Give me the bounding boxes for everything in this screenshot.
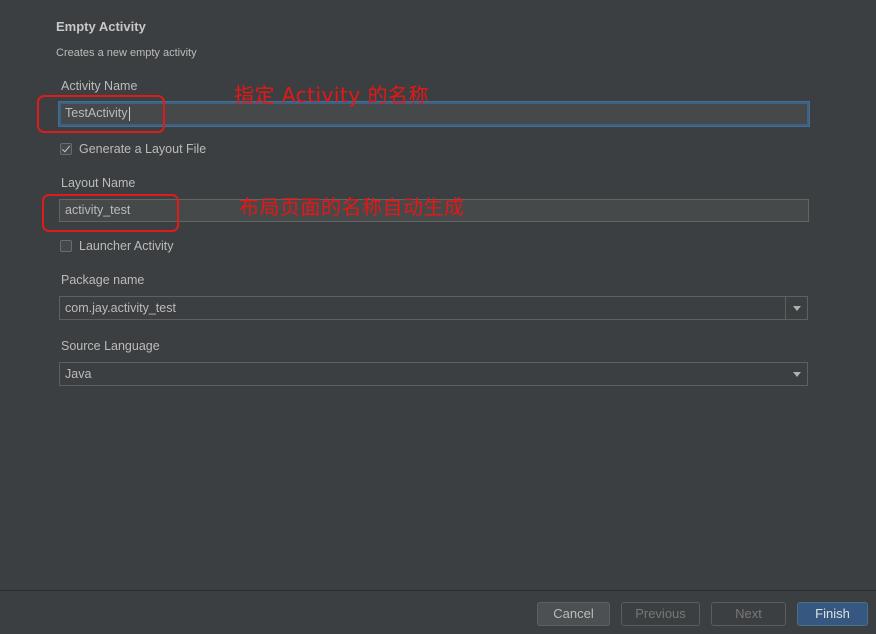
chevron-down-icon (792, 305, 801, 311)
launcher-activity-checkbox[interactable] (60, 240, 72, 252)
page-title: Empty Activity (56, 19, 146, 34)
layout-name-highlight (42, 194, 179, 232)
activity-name-input[interactable]: TestActivity (59, 102, 809, 126)
source-language-select[interactable]: Java (59, 362, 808, 386)
language-dropdown-button[interactable] (786, 363, 807, 385)
launcher-activity-row[interactable]: Launcher Activity (60, 239, 174, 253)
generate-layout-row[interactable]: Generate a Layout File (60, 142, 206, 156)
previous-button[interactable]: Previous (621, 602, 700, 626)
activity-name-annotation: 指定 Activity 的名称 (234, 83, 430, 107)
activity-name-highlight (37, 95, 165, 133)
dialog-footer: Cancel Previous Next Finish (0, 590, 876, 634)
package-name-combobox[interactable]: com.jay.activity_test (59, 296, 808, 320)
generate-layout-checkbox[interactable] (60, 143, 72, 155)
page-subtitle: Creates a new empty activity (56, 47, 197, 59)
finish-button[interactable]: Finish (797, 602, 868, 626)
generate-layout-label: Generate a Layout File (79, 142, 207, 156)
activity-name-label: Activity Name (61, 79, 138, 93)
layout-name-annotation: 布局页面的名称自动生成 (239, 195, 465, 219)
package-name-label: Package name (61, 273, 145, 287)
chevron-down-icon (792, 371, 801, 377)
layout-name-label: Layout Name (61, 176, 136, 190)
package-dropdown-button[interactable] (785, 297, 807, 319)
source-language-value: Java (65, 367, 92, 381)
next-button[interactable]: Next (711, 602, 786, 626)
source-language-label: Source Language (61, 339, 160, 353)
checkmark-icon (61, 143, 71, 153)
launcher-activity-label: Launcher Activity (79, 239, 174, 253)
package-name-value: com.jay.activity_test (65, 301, 176, 315)
cancel-button[interactable]: Cancel (537, 602, 610, 626)
